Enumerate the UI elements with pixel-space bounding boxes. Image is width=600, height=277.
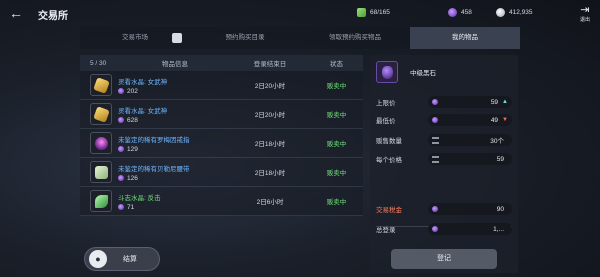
lowest-price-field: 最低价 49 ▼ <box>376 113 512 127</box>
item-detail-panel: 中级黑石 上限价 59 ▲ 最低价 49 ▼ 贩售数量 30个 每个价格 59 <box>370 55 518 273</box>
item-name: 灵看水晶: 女武神 <box>118 107 168 115</box>
purple-crystal-icon <box>432 226 438 232</box>
list-item[interactable]: 灵看水晶: 女武神 202 2日20小时 贩卖中 <box>80 71 363 100</box>
tab-claim-reservations[interactable]: 领取预约购买物品 <box>300 27 410 49</box>
green-crystal-icon <box>90 190 112 212</box>
tab-reservation-list[interactable]: 预约购买目录 <box>190 27 300 49</box>
unit-price-input[interactable]: 59 <box>428 153 512 165</box>
column-status: 状态 <box>330 61 343 68</box>
book-icon <box>172 33 182 43</box>
tab-bar: 交易市场 预约购买目录 领取预约购买物品 我的物品 <box>80 27 520 49</box>
sell-quantity-field: 贩售数量 30个 <box>376 133 512 147</box>
purple-crystal-icon <box>118 88 124 94</box>
purple-crystal-icon <box>118 117 124 123</box>
item-end-time: 2日18小时 <box>254 141 286 148</box>
belt-icon <box>90 161 112 183</box>
list-item[interactable]: 灵看水晶: 女武神 628 2日20小时 贩卖中 <box>80 100 363 129</box>
item-name: 未鉴定的稀有贝勒尼腰带 <box>118 165 190 173</box>
silver-coin-icon <box>496 7 505 17</box>
purple-crystal-icon <box>432 99 438 105</box>
purple-crystal-icon <box>432 117 438 123</box>
back-arrow-icon[interactable]: ← <box>9 6 25 20</box>
top-bar: ← 交易所 68/165 458 412,935 ⇥ 退出 <box>0 0 600 26</box>
exit-button[interactable]: ⇥ 退出 <box>576 4 594 24</box>
list-header: 5 / 30 物品信息 登录结束日 状态 <box>80 55 363 71</box>
detail-header: 中级黑石 <box>370 55 518 89</box>
status-badge: 贩卖中 <box>326 112 347 119</box>
total-field: 总登录 1,... <box>376 222 512 236</box>
currency-purple: 458 <box>448 6 472 18</box>
item-price: 126 <box>118 175 230 182</box>
gold-crystal-icon <box>90 74 112 96</box>
currency-green: 68/165 <box>357 6 390 18</box>
total-value-box: 1,... <box>428 223 512 235</box>
tax-field: 交易税金 90 <box>376 202 512 216</box>
column-item-info: 物品信息 <box>162 61 188 68</box>
item-list-panel: 5 / 30 物品信息 登录结束日 状态 灵看水晶: 女武神 202 2日20小… <box>80 55 363 255</box>
exit-door-icon: ⇥ <box>580 4 590 16</box>
item-count: 5 / 30 <box>90 59 107 67</box>
item-price: 202 <box>118 88 230 95</box>
money-bag-icon: ● <box>89 250 107 268</box>
column-end-date: 登录结束日 <box>253 61 287 68</box>
item-name: 灵看水晶: 女武神 <box>118 78 168 86</box>
gold-crystal-icon <box>90 103 112 125</box>
status-badge: 贩卖中 <box>326 170 347 177</box>
item-end-time: 2日20小时 <box>254 83 286 90</box>
list-item[interactable]: 未鉴定的稀有罗梅因戒指 129 2日18小时 贩卖中 <box>80 129 363 158</box>
purple-crystal-icon <box>118 175 124 181</box>
item-name: 斗志水晶: 反击 <box>118 194 161 202</box>
purple-crystal-icon <box>118 204 124 210</box>
register-button[interactable]: 登记 <box>391 249 497 269</box>
tab-my-items[interactable]: 我的物品 <box>410 27 520 49</box>
unit-price-field: 每个价格 59 <box>376 152 512 166</box>
tax-value-box: 90 <box>428 203 512 215</box>
currency-silver: 412,935 <box>496 6 533 18</box>
quantity-icon <box>432 136 439 144</box>
page-title: 交易所 <box>38 11 68 22</box>
status-badge: 贩卖中 <box>326 199 347 206</box>
lowest-price-box[interactable]: 49 ▼ <box>428 114 512 126</box>
status-badge: 贩卖中 <box>326 83 347 90</box>
upper-price-box[interactable]: 59 ▲ <box>428 96 512 108</box>
arrow-up-icon: ▲ <box>502 99 508 105</box>
upper-price-field: 上限价 59 ▲ <box>376 95 512 109</box>
list-item[interactable]: 未鉴定的稀有贝勒尼腰带 126 2日18小时 贩卖中 <box>80 158 363 187</box>
arrow-down-icon: ▼ <box>502 117 508 123</box>
green-gem-icon <box>357 7 366 17</box>
detail-item-name: 中级黑石 <box>410 70 436 77</box>
item-price: 71 <box>118 204 230 211</box>
item-end-time: 2日18小时 <box>254 170 286 177</box>
ring-icon <box>90 132 112 154</box>
item-name: 未鉴定的稀有罗梅因戒指 <box>118 136 190 144</box>
item-end-time: 2日6小时 <box>256 199 284 206</box>
sell-quantity-input[interactable]: 30个 <box>428 134 512 146</box>
list-item[interactable]: 斗志水晶: 反击 71 2日6小时 贩卖中 <box>80 187 363 216</box>
item-end-time: 2日20小时 <box>254 112 286 119</box>
settle-button[interactable]: ● 结算 <box>84 247 160 271</box>
item-price: 628 <box>118 117 230 124</box>
purple-crystal-icon <box>118 146 124 152</box>
black-stone-icon <box>376 61 398 83</box>
purple-crystal-icon <box>432 206 438 212</box>
status-badge: 贩卖中 <box>326 141 347 148</box>
purple-crystal-icon <box>448 7 457 17</box>
quantity-icon <box>432 155 439 163</box>
item-price: 129 <box>118 146 230 153</box>
